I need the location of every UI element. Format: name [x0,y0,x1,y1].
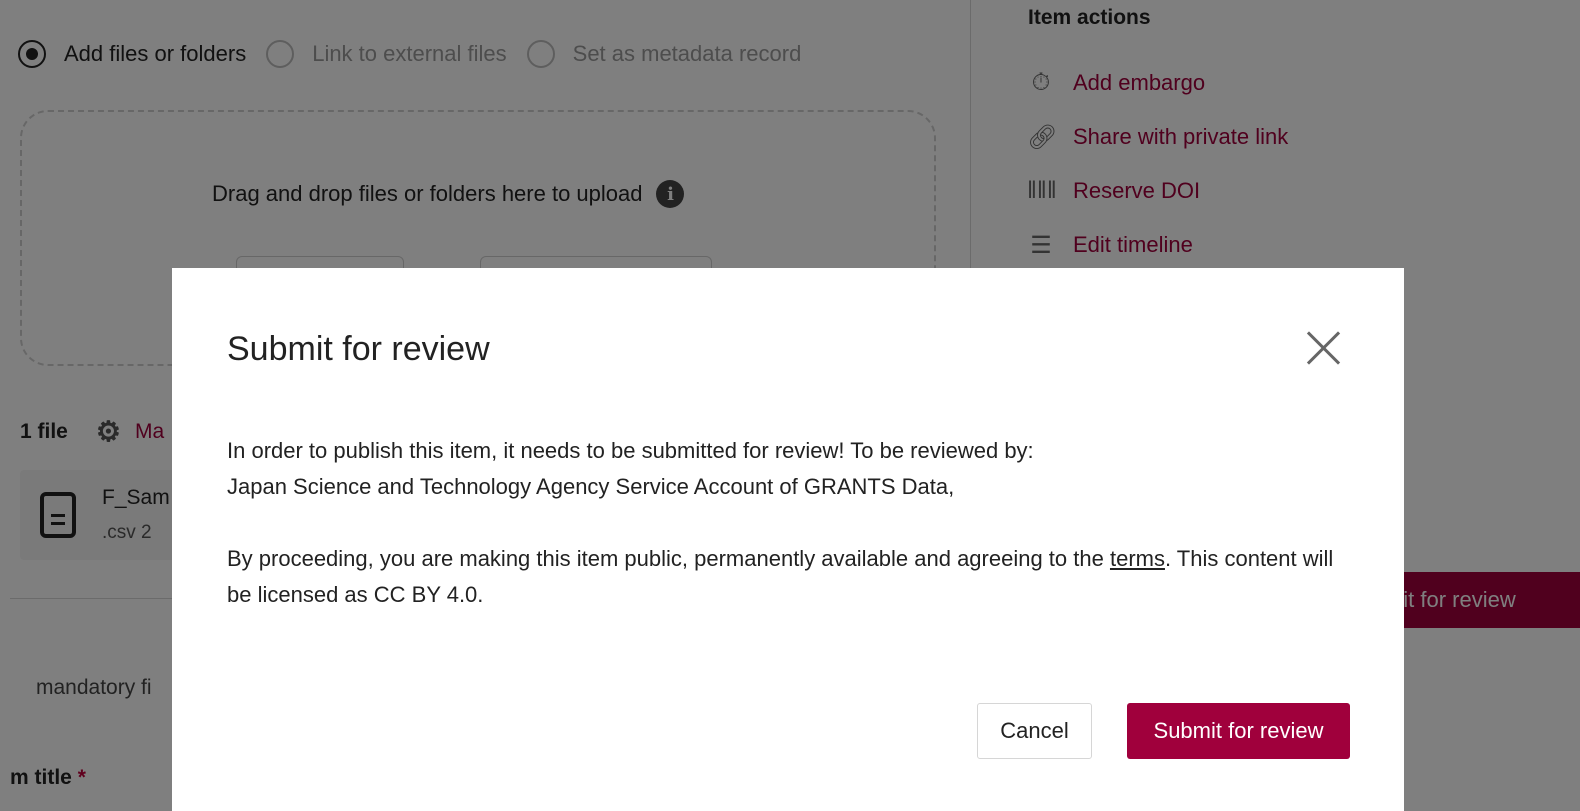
close-icon[interactable] [1302,326,1346,370]
dialog-body: In order to publish this item, it needs … [227,433,1347,613]
review-info-line-1: In order to publish this item, it needs … [227,438,1034,463]
review-info-line-2: Japan Science and Technology Agency Serv… [227,474,955,499]
submit-review-dialog: Submit for review In order to publish th… [172,268,1404,811]
submit-for-review-button[interactable]: Submit for review [1127,703,1350,759]
review-info-paragraph: In order to publish this item, it needs … [227,433,1347,505]
license-paragraph: By proceeding, you are making this item … [227,541,1347,613]
dialog-title: Submit for review [227,330,490,368]
cancel-button[interactable]: Cancel [977,703,1092,759]
terms-link[interactable]: terms [1110,546,1165,571]
license-text-before: By proceeding, you are making this item … [227,546,1110,571]
